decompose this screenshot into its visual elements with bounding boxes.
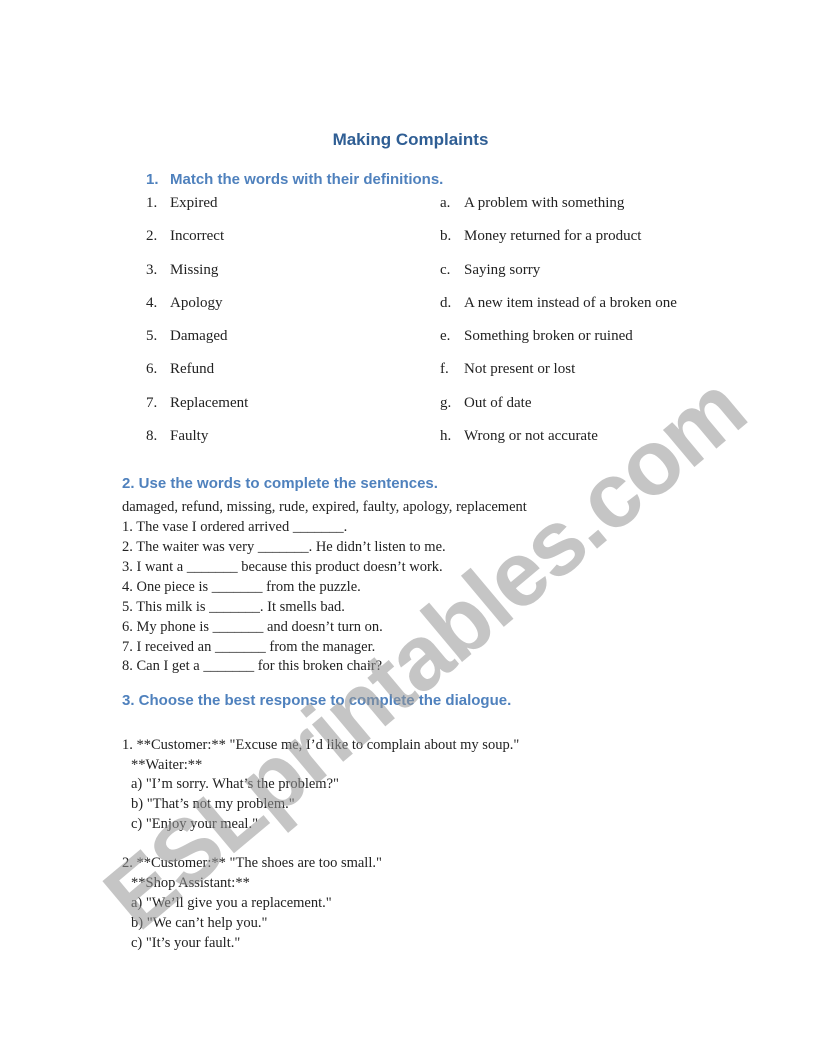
- sentence-item: 1. The vase I ordered arrived _______.: [122, 519, 348, 535]
- dialogue-option: b) "That’s not my problem.": [131, 796, 295, 812]
- dialogue-option: c) "It’s your fault.": [131, 935, 241, 951]
- dialogue-option: a) "I’m sorry. What’s the problem?": [131, 776, 339, 792]
- dialogue-option: b) "We can’t help you.": [131, 915, 268, 931]
- section1-heading: 1. Match the words with their definitions…: [146, 171, 443, 188]
- sentence-item: 5. This milk is _______. It smells bad.: [122, 599, 345, 615]
- sentence-item: 8. Can I get a _______ for this broken c…: [122, 658, 383, 674]
- section2-heading: 2. Use the words to complete the sentenc…: [122, 475, 438, 492]
- dialogue-speaker: **Shop Assistant:**: [131, 875, 250, 891]
- worksheet-page: Making Complaints 1. Match the words with…: [0, 0, 821, 1062]
- sentence-item: 2. The waiter was very _______. He didn’…: [122, 539, 446, 555]
- page-title: Making Complaints: [332, 130, 489, 149]
- dialogue-speaker: **Waiter:**: [131, 757, 203, 773]
- section1-heading-text: Match the words with their definitions.: [170, 171, 444, 188]
- section1-number: 1.: [146, 171, 159, 188]
- sentence-item: 3. I want a _______ because this product…: [122, 559, 443, 575]
- dialogue-prompt: 2. **Customer:** "The shoes are too smal…: [122, 855, 382, 871]
- dialogue-prompt: 1. **Customer:** "Excuse me, I’d like to…: [122, 737, 520, 753]
- dialogue-option: a) "We’ll give you a replacement.": [131, 895, 332, 911]
- word-bank: damaged, refund, missing, rude, expired,…: [122, 499, 527, 515]
- sentence-item: 7. I received an _______ from the manage…: [122, 639, 376, 655]
- dialogue-option: c) "Enjoy your meal.": [131, 816, 258, 832]
- sentence-item: 4. One piece is _______ from the puzzle.: [122, 579, 361, 595]
- section3-heading: 3. Choose the best response to complete …: [122, 692, 512, 709]
- sentence-item: 6. My phone is _______ and doesn’t turn …: [122, 619, 383, 635]
